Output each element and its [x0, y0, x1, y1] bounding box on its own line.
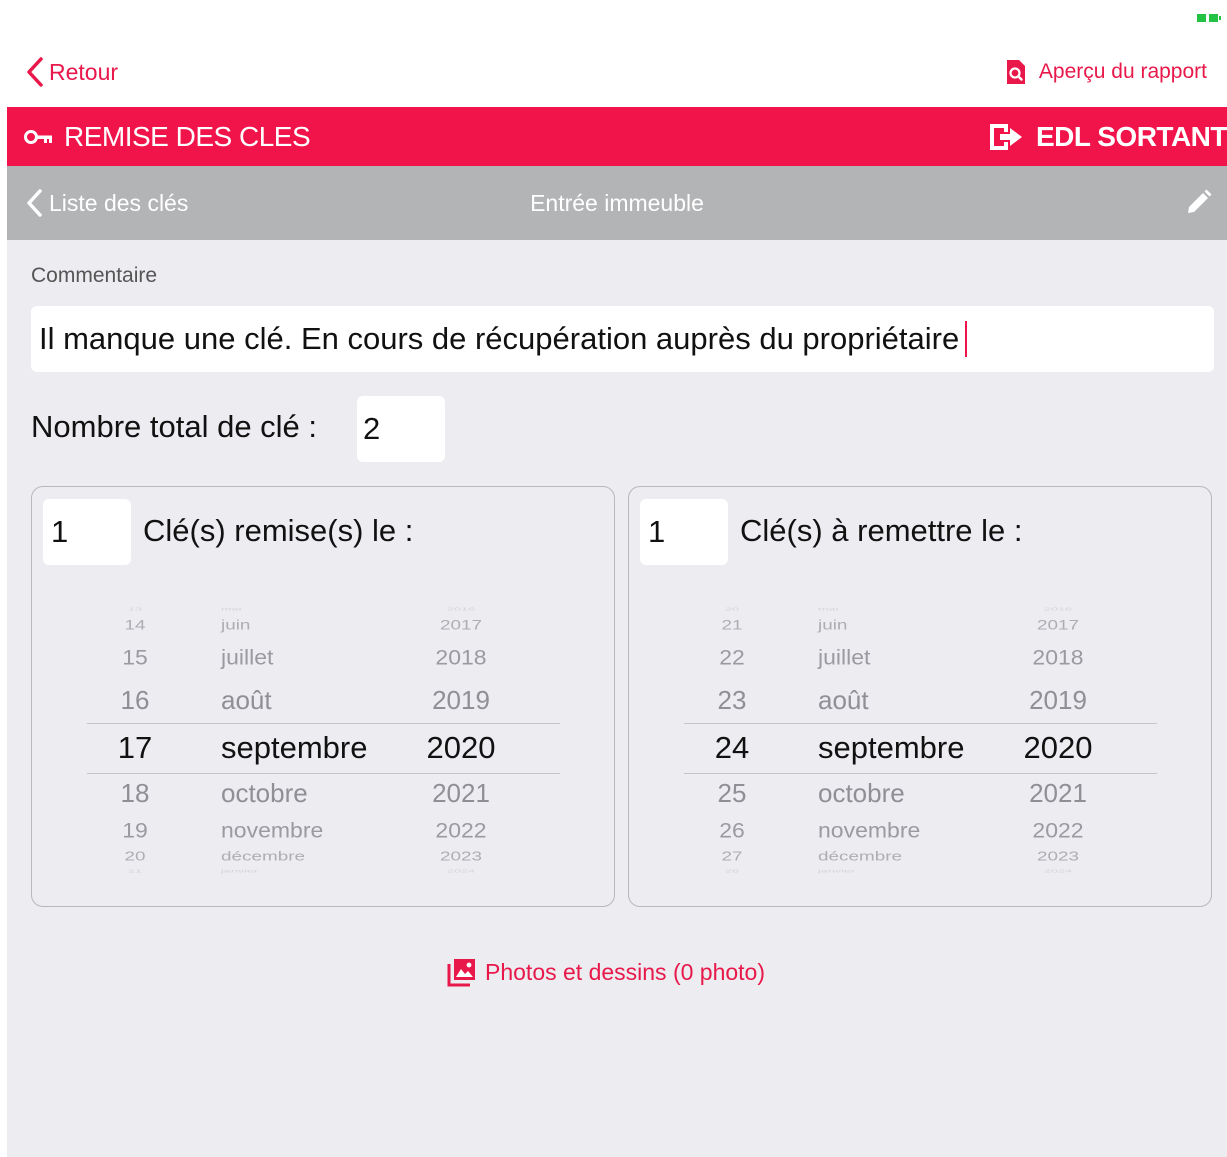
- navigation-bar: Retour Aperçu du rapport: [7, 7, 1227, 107]
- keys-handed-over-count-input[interactable]: 1: [43, 499, 131, 565]
- picker-month: juin: [818, 617, 848, 633]
- picker-selection-line: [684, 773, 1157, 774]
- picker-selection-line: [87, 723, 560, 724]
- key-icon: [24, 129, 52, 144]
- picker-day: 23: [717, 685, 747, 715]
- picker-month: décembre: [221, 849, 306, 864]
- picker-day: 17: [117, 730, 153, 765]
- picker-month: août: [818, 685, 869, 715]
- battery-icon: [1197, 14, 1221, 22]
- picker-day: 14: [124, 617, 146, 633]
- photos-icon: [447, 959, 475, 987]
- picker-month: juin: [221, 617, 251, 633]
- mode-label-text: EDL SORTANT: [1035, 120, 1227, 152]
- picker-day: 25: [717, 778, 747, 808]
- picker-year: 2024: [446, 868, 476, 874]
- picker-year: 2020: [426, 730, 496, 765]
- picker-year: 2023: [1036, 849, 1080, 864]
- sub-bar-title: Entrée immeuble: [530, 189, 704, 216]
- picker-year: 2020: [1023, 730, 1093, 765]
- picker-month: mai: [818, 606, 839, 612]
- picker-year: 2016: [446, 606, 476, 612]
- photos-button[interactable]: Photos et dessins (0 photo): [447, 957, 765, 987]
- picker-day: 27: [721, 849, 743, 864]
- picker-year: 2019: [432, 685, 490, 715]
- keys-to-hand-over-count-input[interactable]: 1: [640, 499, 728, 565]
- picker-day: 20: [124, 849, 146, 864]
- picker-month: novembre: [221, 818, 324, 843]
- report-preview-icon: [1006, 60, 1025, 84]
- picker-year: 2022: [1032, 818, 1084, 843]
- mode-label: EDL SORTANT: [988, 107, 1227, 166]
- section-title: REMISE DES CLES: [24, 107, 311, 166]
- picker-month: janvier: [818, 868, 856, 874]
- section-header: REMISE DES CLES EDL SORTANT: [7, 107, 1227, 166]
- picker-day: 28: [724, 868, 740, 874]
- photos-button-label: Photos et dessins (0 photo): [485, 958, 765, 985]
- picker-year: 2019: [1029, 685, 1087, 715]
- text-cursor: [965, 321, 968, 357]
- picker-year: 2022: [435, 818, 487, 843]
- back-button[interactable]: Retour: [25, 55, 118, 89]
- picker-year: 2023: [439, 849, 483, 864]
- chevron-left-icon: [27, 57, 43, 87]
- picker-year: 2016: [1043, 606, 1073, 612]
- picker-month: octobre: [818, 778, 905, 808]
- picker-month: décembre: [818, 849, 903, 864]
- keys-handed-over-label: Clé(s) remise(s) le :: [143, 513, 414, 548]
- picker-day: 21: [127, 868, 143, 874]
- picker-month: mai: [221, 606, 242, 612]
- picker-day: 26: [719, 818, 745, 843]
- picker-month: janvier: [221, 868, 259, 874]
- picker-day: 19: [122, 818, 148, 843]
- app-screen: Retour Aperçu du rapport REMISE DES CLES: [7, 7, 1227, 1157]
- keys-to-hand-over-label: Clé(s) à remettre le :: [740, 513, 1023, 548]
- keys-handed-over-card: 1 Clé(s) remise(s) le : 13 mai 2016 14 juin 2…: [31, 486, 615, 907]
- picker-year: 2021: [432, 778, 490, 808]
- picker-year: 2018: [435, 645, 487, 670]
- picker-year: 2021: [1029, 778, 1087, 808]
- picker-year: 2018: [1032, 645, 1084, 670]
- picker-month: juillet: [221, 645, 274, 670]
- picker-day: 21: [721, 617, 743, 633]
- picker-month: octobre: [221, 778, 308, 808]
- picker-day: 18: [120, 778, 150, 808]
- picker-month: novembre: [818, 818, 921, 843]
- picker-day: 15: [122, 645, 148, 670]
- comment-field-text: Il manque une clé. En cours de récupérat…: [39, 321, 960, 356]
- picker-day: 22: [719, 645, 745, 670]
- pencil-icon[interactable]: [1183, 188, 1213, 218]
- picker-month: septembre: [818, 730, 965, 765]
- comment-field[interactable]: Il manque une clé. En cours de récupérat…: [31, 306, 1214, 372]
- picker-month: septembre: [221, 730, 368, 765]
- picker-month: août: [221, 685, 272, 715]
- section-title-label: REMISE DES CLES: [64, 120, 311, 152]
- report-preview-label: Aperçu du rapport: [1038, 60, 1207, 83]
- picker-year: 2024: [1043, 868, 1073, 874]
- back-button-label: Retour: [49, 58, 119, 85]
- picker-day: 16: [120, 685, 150, 715]
- comment-label: Commentaire: [31, 264, 158, 287]
- picker-day: 13: [127, 606, 143, 612]
- picker-month: juillet: [818, 645, 871, 670]
- picker-day: 24: [714, 730, 750, 765]
- sub-navigation-bar: Liste des clés Entrée immeuble: [7, 166, 1227, 240]
- to-hand-over-date-picker[interactable]: 20 mai 2016 21 juin 2017 22 juillet 2018 23 août 20…: [684, 607, 1157, 882]
- picker-day: 20: [724, 606, 740, 612]
- picker-selection-line: [684, 723, 1157, 724]
- total-keys-input[interactable]: 2: [357, 396, 445, 462]
- picker-year: 2017: [439, 617, 483, 633]
- keys-to-hand-over-card: 1 Clé(s) à remettre le : 20 mai 2016 21 juin…: [628, 486, 1212, 907]
- report-preview-button[interactable]: Aperçu du rapport: [1005, 55, 1207, 89]
- picker-year: 2017: [1036, 617, 1080, 633]
- total-keys-label: Nombre total de clé :: [31, 409, 318, 444]
- exit-icon: [989, 123, 1022, 150]
- picker-selection-line: [87, 773, 560, 774]
- handed-over-date-picker[interactable]: 13 mai 2016 14 juin 2017 15 juillet 2018 16 août 20…: [87, 607, 560, 882]
